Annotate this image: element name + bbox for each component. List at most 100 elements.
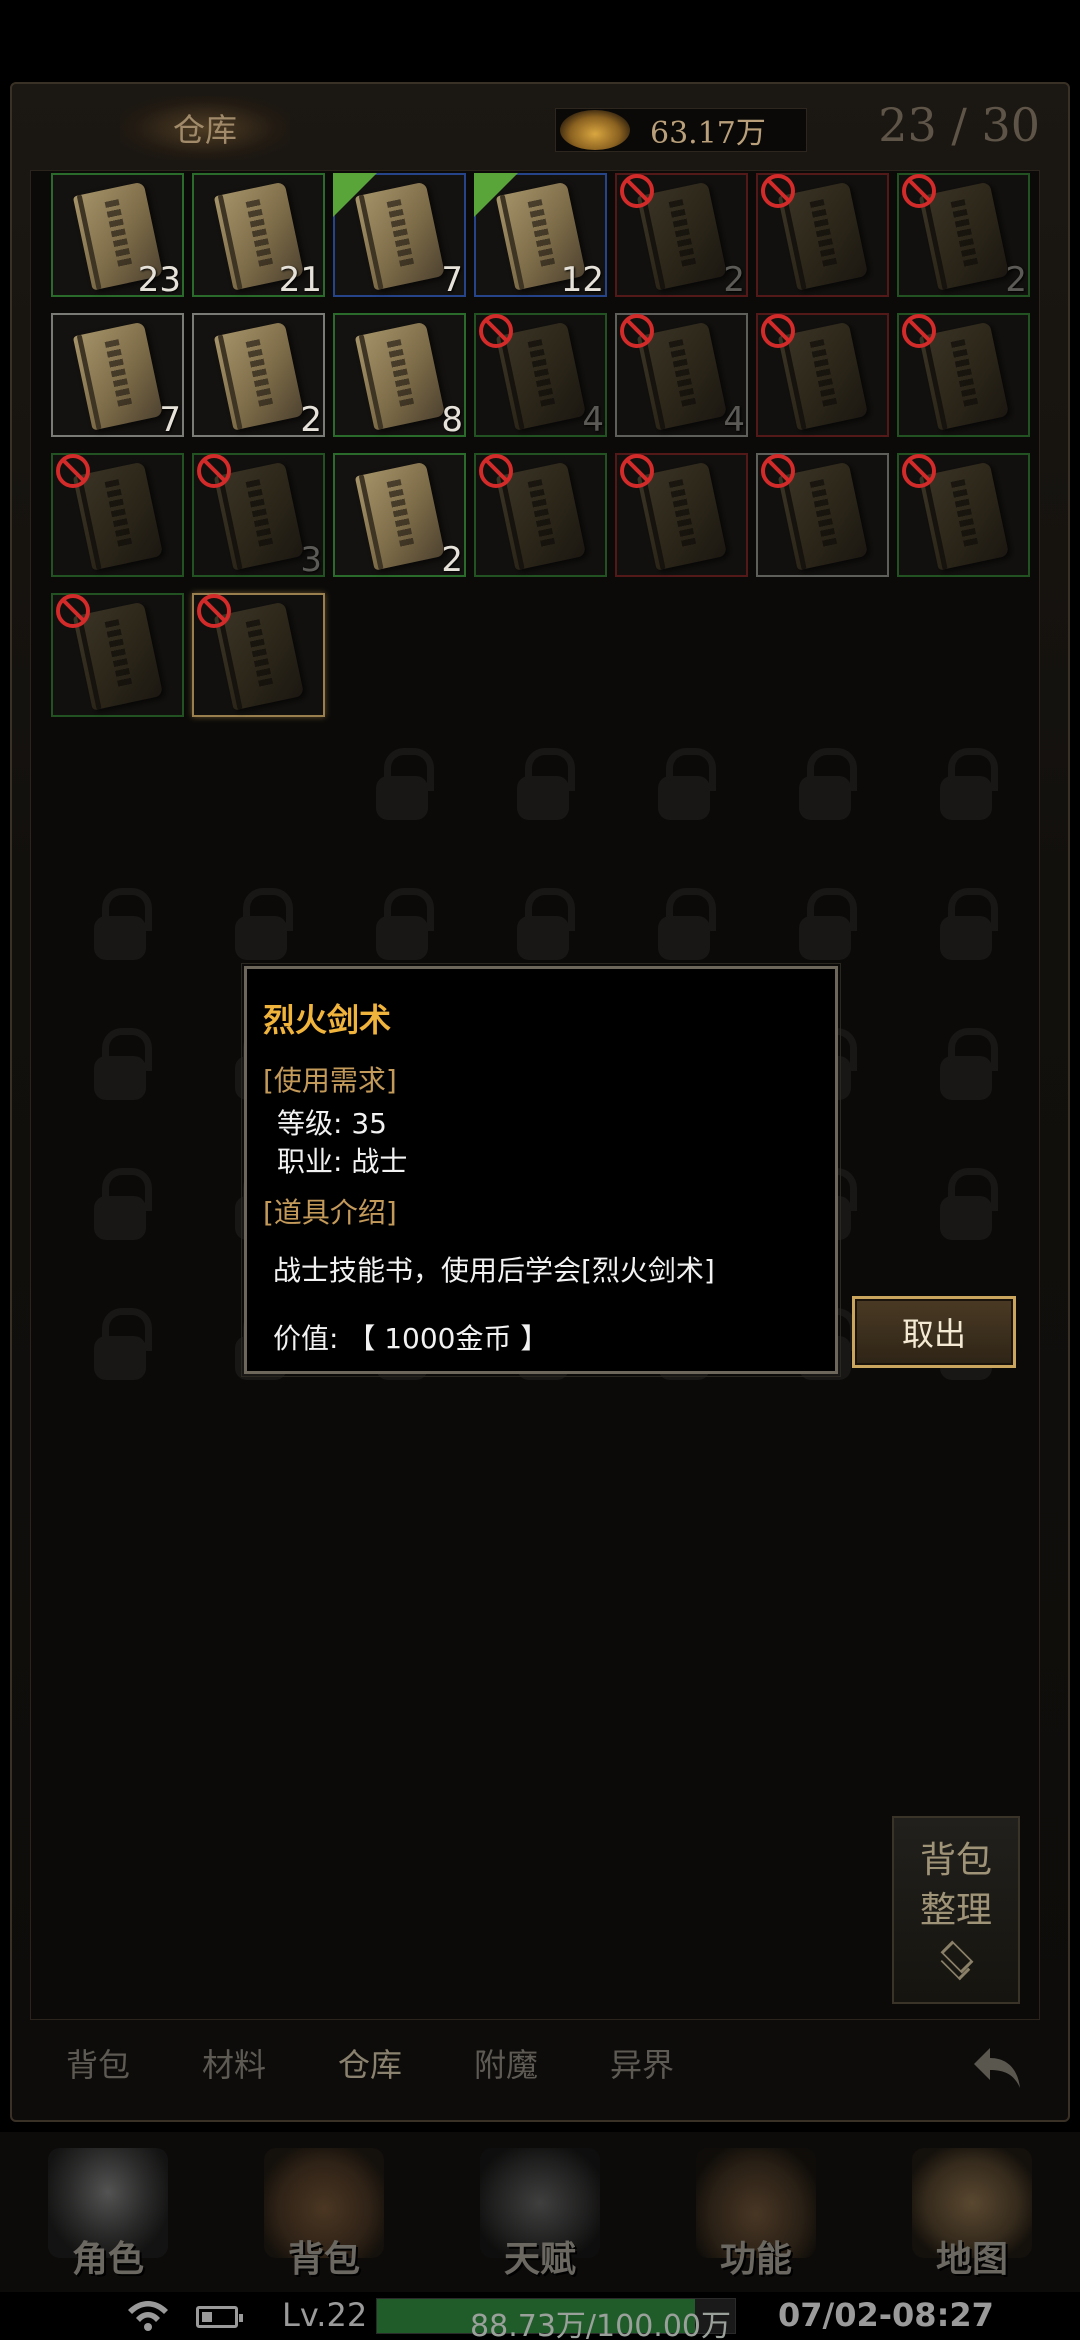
unusable-icon (620, 454, 654, 488)
locked-slot[interactable] (330, 730, 471, 870)
new-item-tag-icon (333, 173, 377, 217)
empty-slot[interactable] (48, 730, 189, 870)
tab-warehouse[interactable]: 仓库 (302, 2040, 438, 2086)
player-level: Lv.22 (282, 2296, 368, 2334)
sort-button-line1: 背包 (919, 1840, 992, 1881)
padlock-icon (658, 888, 716, 960)
unusable-icon (902, 454, 936, 488)
padlock-icon (799, 888, 857, 960)
empty-slot[interactable] (753, 590, 894, 730)
back-arrow-icon[interactable] (968, 2040, 1028, 2096)
layers-icon (936, 1942, 976, 1976)
item-slot[interactable]: 4 (612, 310, 753, 450)
item-slot[interactable] (753, 310, 894, 450)
item-slot[interactable] (894, 310, 1035, 450)
nav-bag-label: 背包 (287, 2238, 360, 2280)
item-slot[interactable]: 2 (612, 170, 753, 310)
locked-slot[interactable] (471, 730, 612, 870)
item-slot[interactable]: 2 (330, 450, 471, 590)
locked-slot[interactable] (612, 730, 753, 870)
nav-map-label: 地图 (935, 2238, 1008, 2280)
item-slot[interactable]: 21 (189, 170, 330, 310)
tab-enchant[interactable]: 附魔 (438, 2040, 574, 2086)
item-slot[interactable] (471, 450, 612, 590)
item-slot[interactable] (753, 450, 894, 590)
locked-slot[interactable] (894, 1010, 1035, 1150)
nav-talent[interactable]: 天赋 (440, 2132, 640, 2292)
unusable-icon (620, 314, 654, 348)
item-quantity: 8 (441, 400, 463, 440)
tab-otherworld[interactable]: 异界 (574, 2040, 710, 2086)
item-quantity: 2 (1005, 260, 1027, 300)
item-slot[interactable]: 7 (48, 310, 189, 450)
empty-slot[interactable] (612, 590, 753, 730)
locked-slot[interactable] (894, 870, 1035, 1010)
tooltip-title: 烈火剑术 (263, 1001, 392, 1039)
wifi-icon (128, 2301, 168, 2331)
nav-character[interactable]: 角色 (8, 2132, 208, 2292)
item-slot[interactable]: 12 (471, 170, 612, 310)
item-slot[interactable]: 2 (189, 310, 330, 450)
item-slot[interactable]: 8 (330, 310, 471, 450)
item-slot[interactable] (753, 170, 894, 310)
padlock-icon (517, 888, 575, 960)
locked-slot[interactable] (753, 730, 894, 870)
item-slot[interactable] (894, 450, 1035, 590)
nav-map[interactable]: 地图 (872, 2132, 1072, 2292)
item-slot[interactable] (189, 590, 330, 730)
unusable-icon (56, 454, 90, 488)
tooltip-description: 战士技能书，使用后学会[烈火剑术] (273, 1254, 715, 1287)
item-quantity: 4 (582, 400, 604, 440)
storage-capacity: 23 / 30 (878, 98, 1040, 152)
item-quantity: 2 (723, 260, 745, 300)
exp-bar: 88.73万/100.00万 (376, 2298, 736, 2340)
item-slot[interactable]: 2 (894, 170, 1035, 310)
item-quantity: 23 (137, 260, 181, 300)
item-quantity: 7 (159, 400, 181, 440)
tooltip-job: 职业: 战士 (277, 1145, 408, 1178)
exp-text: 88.73万/100.00万 (470, 2309, 731, 2340)
padlock-icon (94, 1168, 152, 1240)
locked-slot[interactable] (48, 1010, 189, 1150)
nav-character-label: 角色 (71, 2238, 144, 2280)
nav-bag[interactable]: 背包 (224, 2132, 424, 2292)
padlock-icon (940, 1028, 998, 1100)
locked-slot[interactable] (48, 1290, 189, 1430)
item-slot[interactable]: 7 (330, 170, 471, 310)
nav-function[interactable]: 功能 (656, 2132, 856, 2292)
item-slot[interactable] (48, 590, 189, 730)
padlock-icon (799, 748, 857, 820)
clock: 07/02-08:27 (778, 2296, 994, 2334)
tooltip-value: 价值: 【 1000金币 】 (273, 1322, 549, 1355)
unusable-icon (197, 454, 231, 488)
item-quantity: 12 (560, 260, 604, 300)
unusable-icon (902, 174, 936, 208)
unusable-icon (479, 454, 513, 488)
tab-materials[interactable]: 材料 (166, 2040, 302, 2086)
locked-slot[interactable] (48, 870, 189, 1010)
take-out-button[interactable]: 取出 (852, 1296, 1016, 1368)
empty-slot[interactable] (330, 590, 471, 730)
warehouse-tab-title: 仓库 (120, 96, 290, 160)
item-slot[interactable] (48, 450, 189, 590)
item-slot[interactable]: 23 (48, 170, 189, 310)
status-bar: Lv.22 88.73万/100.00万 07/02-08:27 (0, 2292, 1080, 2340)
tab-bag[interactable]: 背包 (30, 2040, 166, 2086)
padlock-icon (940, 748, 998, 820)
tooltip-requirements-header: [使用需求] (263, 1064, 397, 1097)
item-slot[interactable]: 4 (471, 310, 612, 450)
sort-bag-button[interactable]: 背包 整理 (892, 1816, 1020, 2004)
locked-slot[interactable] (894, 730, 1035, 870)
locked-slot[interactable] (894, 1150, 1035, 1290)
empty-slot[interactable] (471, 590, 612, 730)
unusable-icon (761, 174, 795, 208)
tooltip-intro-header: [道具介绍] (263, 1196, 397, 1229)
unusable-icon (761, 454, 795, 488)
unusable-icon (902, 314, 936, 348)
empty-slot[interactable] (894, 590, 1035, 730)
item-quantity: 3 (300, 540, 322, 580)
locked-slot[interactable] (48, 1150, 189, 1290)
item-slot[interactable]: 3 (189, 450, 330, 590)
item-slot[interactable] (612, 450, 753, 590)
empty-slot[interactable] (189, 730, 330, 870)
